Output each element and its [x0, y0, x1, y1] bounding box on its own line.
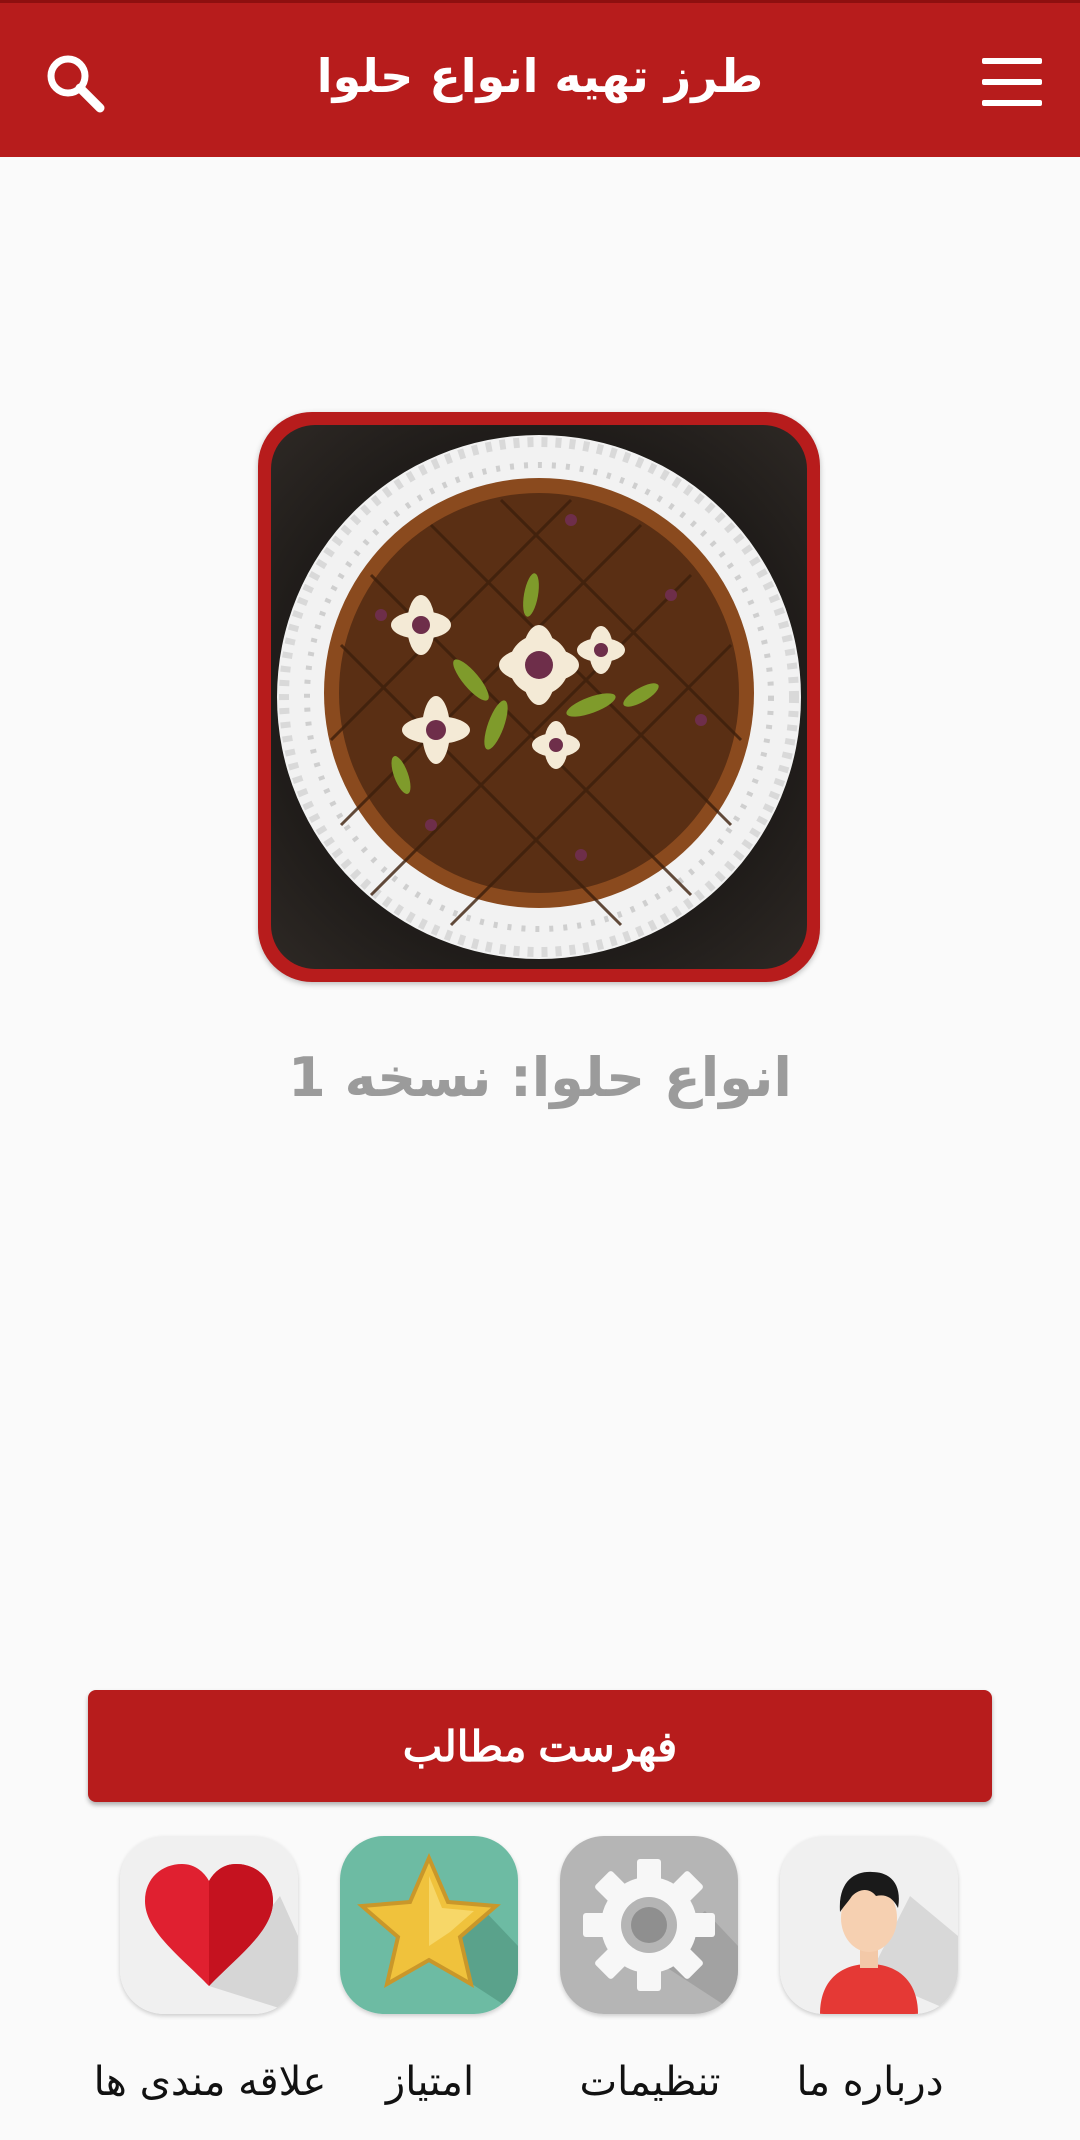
edition-label: انواع حلوا: نسخه 1 [288, 1046, 792, 1109]
halva-image [258, 412, 820, 982]
person-icon[interactable] [780, 1836, 958, 2014]
star-icon[interactable] [340, 1836, 518, 2014]
about-label: درباره ما [796, 2059, 944, 2105]
gear-icon[interactable] [560, 1836, 738, 2014]
table-of-contents-button[interactable]: فهرست مطالب [88, 1690, 992, 1802]
rate-item[interactable]: امتیاز [340, 1836, 520, 2105]
heart-icon[interactable] [120, 1836, 298, 2014]
settings-label: تنظیمات [579, 2059, 721, 2105]
rate-label: امتیاز [385, 2059, 475, 2105]
about-item[interactable]: درباره ما [780, 1836, 960, 2105]
favorites-label: علاقه مندی ها [93, 2059, 327, 2105]
settings-item[interactable]: تنظیمات [560, 1836, 740, 2105]
app-title: طرز تهیه انواع حلوا [316, 49, 764, 103]
favorites-item[interactable]: علاقه مندی ها [94, 1836, 326, 2105]
app-bar: طرز تهیه انواع حلوا [0, 0, 1080, 157]
menu-icon[interactable] [982, 58, 1044, 106]
